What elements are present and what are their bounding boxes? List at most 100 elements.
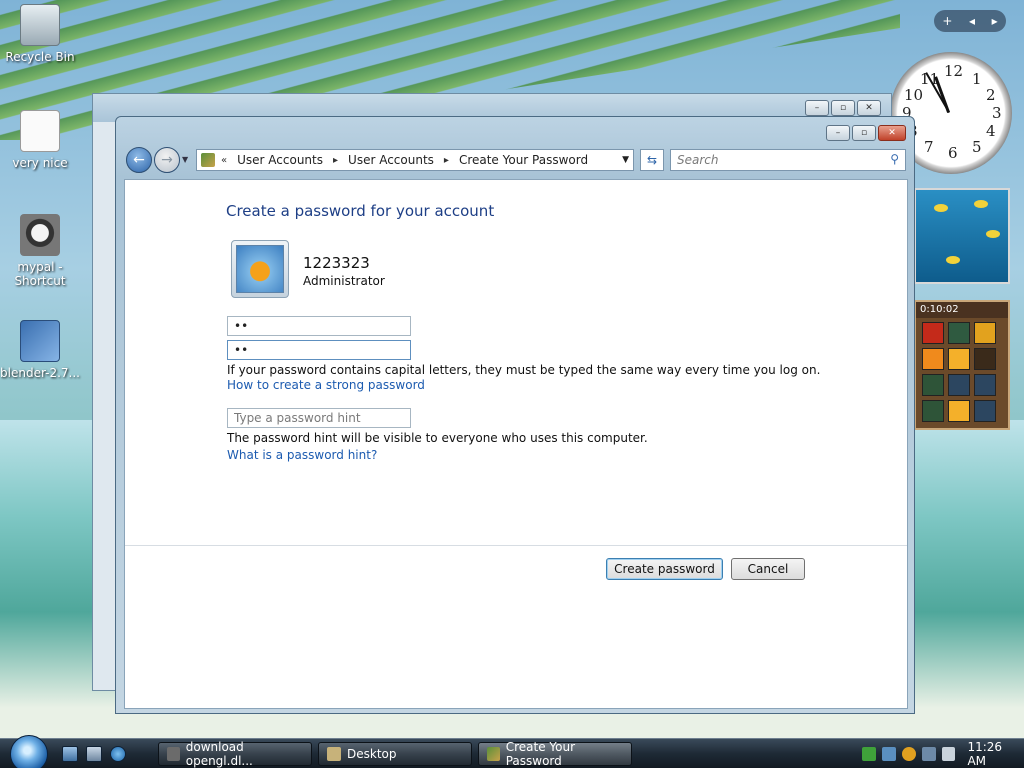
show-desktop-icon[interactable] [62, 746, 78, 762]
cancel-button[interactable]: Cancel [731, 558, 805, 580]
taskbar-item-create-your-password[interactable]: Create Your Password [478, 740, 632, 768]
taskbar-item-download-opengl[interactable]: download opengl.dl... [158, 740, 312, 768]
taskbar-item-label: download opengl.dl... [185, 740, 253, 768]
taskbar-item-desktop[interactable]: Desktop [318, 742, 472, 766]
add-gadget-icon[interactable]: + [942, 14, 952, 28]
address-overflow-chevron[interactable]: « [221, 155, 227, 166]
desktop-icon-label: Recycle Bin [5, 50, 75, 64]
maximize-icon[interactable]: ▫ [852, 125, 876, 141]
breadcrumb-user-accounts-2[interactable]: User Accounts [348, 153, 434, 167]
breadcrumb-separator-icon: ▸ [443, 154, 449, 166]
new-password-field[interactable] [227, 316, 411, 336]
network-status-icon[interactable] [881, 747, 896, 761]
desktop-icon-mypal[interactable]: mypal - Shortcut [0, 214, 80, 288]
account-name: 1223323 [303, 254, 370, 272]
fish-shape [934, 204, 948, 212]
desktop-icon-label: very nice [12, 156, 68, 170]
clock-number: 3 [992, 104, 1002, 122]
fish-shape [986, 230, 1000, 238]
puzzle-tile[interactable] [974, 348, 996, 370]
text-document-icon [20, 110, 60, 152]
puzzle-tile[interactable] [922, 322, 944, 344]
recycle-bin-icon [20, 4, 60, 46]
clock-number: 4 [986, 122, 996, 140]
puzzle-tile[interactable] [922, 400, 944, 422]
hint-visibility-note: The password hint will be visible to eve… [227, 431, 648, 445]
clock-number: 10 [904, 86, 924, 104]
notification-area: 11:26 AM [854, 739, 1024, 768]
clock-number: 12 [944, 62, 964, 80]
previous-gadget-icon[interactable]: ◂ [969, 14, 975, 28]
puzzle-tile[interactable] [948, 400, 970, 422]
puzzle-tile[interactable] [974, 374, 996, 396]
content-pane: Create a password for your account 12233… [124, 179, 908, 709]
start-orb-icon[interactable] [10, 735, 48, 768]
folder-icon [327, 747, 341, 761]
create-password-button[interactable]: Create password [606, 558, 723, 580]
content-divider [125, 545, 907, 546]
puzzle-tile[interactable] [974, 322, 996, 344]
confirm-password-field[interactable] [227, 340, 411, 360]
taskbar: download opengl.dl... Desktop Create You… [0, 735, 1024, 768]
desktop-icon-label: blender-2.7... [0, 366, 80, 380]
password-hint-field[interactable] [227, 408, 411, 428]
user-avatar [231, 240, 289, 298]
strong-password-link[interactable]: How to create a strong password [227, 378, 425, 392]
clock-number: 5 [972, 138, 982, 156]
user-accounts-icon [487, 747, 500, 761]
taskbar-item-label: Create Your Password [505, 740, 576, 768]
minimize-icon[interactable]: – [805, 100, 829, 116]
switch-windows-icon[interactable] [86, 746, 102, 762]
puzzle-tile[interactable] [922, 348, 944, 370]
blender-installer-icon [20, 320, 60, 362]
address-bar[interactable]: « User Accounts ▸ User Accounts ▸ Create… [196, 149, 634, 171]
volume-icon[interactable] [941, 747, 956, 761]
user-accounts-icon [201, 153, 215, 167]
address-dropdown-chevron-icon[interactable]: ▼ [622, 155, 629, 165]
desktop-icon-blender[interactable]: blender-2.7... [0, 320, 80, 380]
picture-puzzle-gadget[interactable]: 0:10:02 [914, 300, 1010, 430]
internet-explorer-icon[interactable] [110, 746, 126, 762]
search-input[interactable]: Search ⚲ [670, 149, 906, 171]
breadcrumb-separator-icon: ▸ [333, 154, 339, 166]
recent-pages-chevron-icon[interactable]: ▼ [182, 155, 188, 164]
password-hint-help-link[interactable]: What is a password hint? [227, 448, 377, 462]
slideshow-gadget[interactable] [914, 188, 1010, 284]
forward-arrow-icon[interactable]: → [154, 147, 180, 173]
create-password-window[interactable]: – ▫ ✕ ← → ▼ « User Accounts ▸ User Accou… [115, 116, 915, 714]
puzzle-tile[interactable] [948, 374, 970, 396]
account-type: Administrator [303, 274, 385, 288]
refresh-icon[interactable]: ⇆ [640, 149, 664, 171]
puzzle-tile[interactable] [922, 374, 944, 396]
taskbar-item-label: Desktop [347, 747, 397, 761]
mypal-shortcut-icon [20, 214, 60, 256]
maximize-icon[interactable]: ▫ [831, 100, 855, 116]
breadcrumb-create-password[interactable]: Create Your Password [459, 153, 588, 167]
capital-letters-note: If your password contains capital letter… [227, 363, 821, 377]
search-icon[interactable]: ⚲ [890, 152, 899, 166]
shield-icon[interactable] [901, 747, 916, 761]
clock-number: 2 [986, 86, 996, 104]
close-icon[interactable]: ✕ [878, 125, 906, 141]
puzzle-timer: 0:10:02 [916, 302, 1008, 318]
back-arrow-icon[interactable]: ← [126, 147, 152, 173]
puzzle-tile[interactable] [948, 322, 970, 344]
security-check-icon[interactable] [862, 747, 876, 761]
desktop-icon-label: mypal - Shortcut [14, 260, 66, 288]
goldfish-picture-icon [236, 245, 284, 293]
minimize-icon[interactable]: – [826, 125, 850, 141]
puzzle-tile[interactable] [948, 348, 970, 370]
clock-number: 1 [972, 70, 982, 88]
desktop-icon-recycle-bin[interactable]: Recycle Bin [0, 4, 80, 64]
navigation-bar: ← → ▼ « User Accounts ▸ User Accounts ▸ … [124, 147, 906, 175]
search-placeholder: Search [677, 153, 719, 167]
desktop-icon-very-nice[interactable]: very nice [0, 110, 80, 170]
puzzle-tile[interactable] [974, 400, 996, 422]
network-icon[interactable] [921, 747, 936, 761]
next-gadget-icon[interactable]: ▸ [992, 14, 998, 28]
close-icon[interactable]: ✕ [857, 100, 881, 116]
taskbar-clock[interactable]: 11:26 AM [967, 740, 1024, 768]
fish-shape [974, 200, 988, 208]
sidebar-controls: + ◂ ▸ [934, 10, 1006, 32]
breadcrumb-user-accounts-1[interactable]: User Accounts [237, 153, 323, 167]
